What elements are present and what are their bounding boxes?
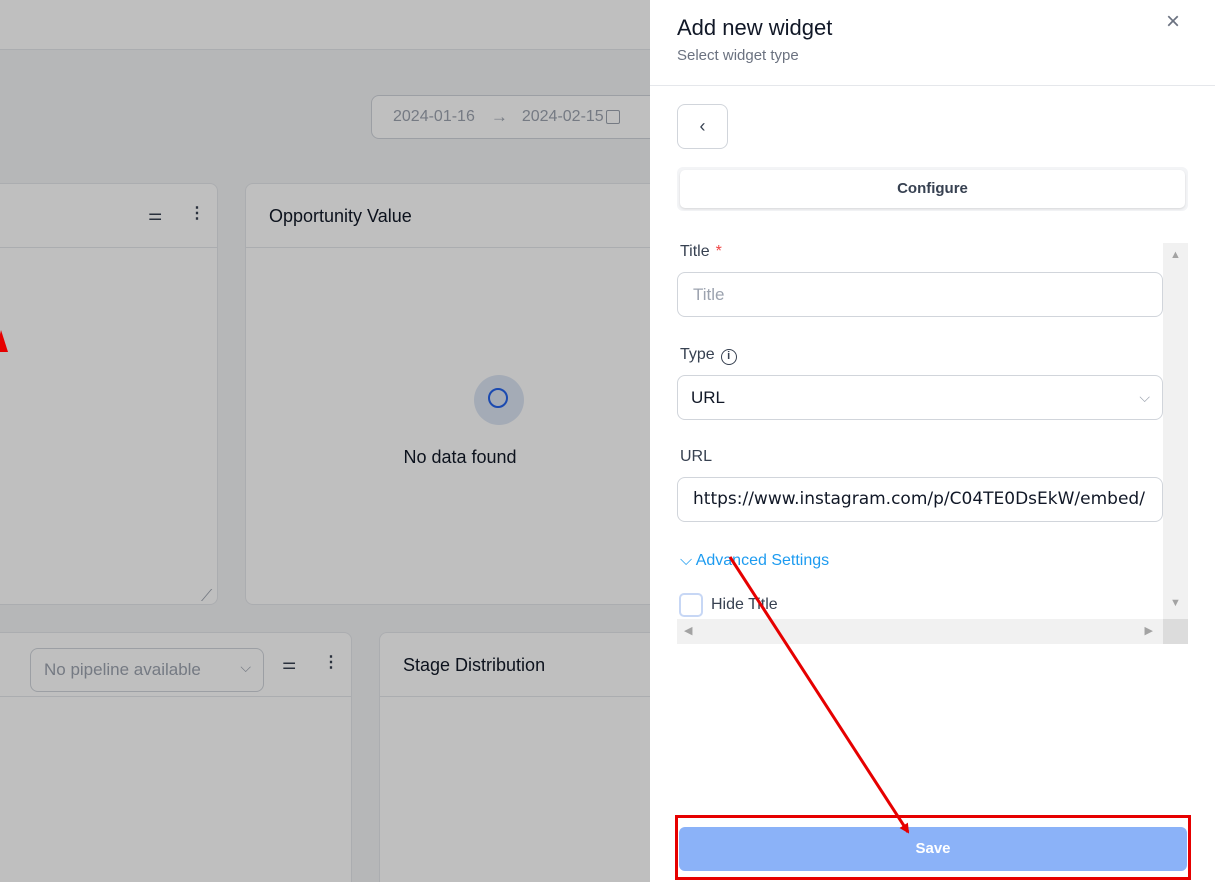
title-label: Title *	[680, 243, 722, 261]
url-label: URL	[680, 448, 713, 465]
hide-title-label: Hide Title	[711, 596, 778, 613]
title-input[interactable]: Title	[677, 272, 1163, 317]
scroll-left-icon[interactable]: ◀	[684, 624, 692, 637]
divider	[650, 85, 1215, 86]
tab-bar: Configure	[677, 167, 1188, 211]
close-icon[interactable]: ×	[1166, 8, 1180, 36]
advanced-settings-toggle[interactable]: ⌵ Advanced Settings	[680, 552, 829, 570]
vertical-scrollbar[interactable]: ▲ ▼	[1163, 243, 1188, 644]
advanced-settings-label: Advanced Settings	[695, 552, 830, 569]
back-button[interactable]: ‹	[677, 104, 728, 149]
type-select[interactable]: URL ⌵	[677, 375, 1163, 420]
hide-title-checkbox[interactable]	[679, 593, 703, 617]
chevron-left-icon: ‹	[699, 116, 706, 136]
tab-configure[interactable]: Configure	[680, 170, 1185, 208]
type-value: URL	[691, 388, 726, 407]
configure-form: Title * Title Type i URL ⌵ URL https://www…	[677, 243, 1188, 644]
url-input[interactable]: https://www.instagram.com/p/C04TE0DsEkW/…	[677, 477, 1163, 522]
add-widget-drawer: Add new widget Select widget type × ‹ Co…	[650, 0, 1215, 882]
info-icon[interactable]: i	[720, 349, 737, 365]
type-label-text: Type	[680, 346, 715, 363]
scroll-right-icon[interactable]: ▶	[1145, 624, 1153, 637]
chevron-down-icon: ⌵	[680, 552, 693, 569]
required-mark: *	[715, 243, 722, 260]
type-label: Type i	[680, 346, 737, 365]
scroll-down-icon[interactable]: ▼	[1170, 597, 1181, 609]
horizontal-scrollbar[interactable]: ◀ ▶	[677, 619, 1163, 644]
scroll-up-icon[interactable]: ▲	[1170, 249, 1181, 261]
drawer-subtitle: Select widget type	[677, 47, 799, 64]
drawer-title: Add new widget	[677, 15, 833, 40]
scrollbar-corner	[1163, 619, 1188, 644]
title-label-text: Title	[680, 243, 710, 260]
annotation-highlight-box	[675, 815, 1191, 880]
chevron-down-icon: ⌵	[1139, 389, 1150, 405]
